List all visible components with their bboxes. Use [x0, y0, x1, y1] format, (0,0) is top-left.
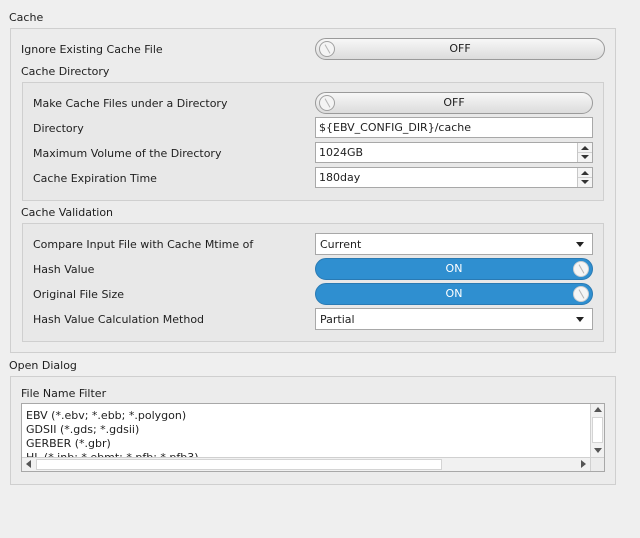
- horizontal-scroll-thumb[interactable]: [36, 459, 442, 470]
- expiration-spinbox[interactable]: 180day: [315, 167, 593, 188]
- expiration-spin-buttons[interactable]: [577, 168, 592, 187]
- max-volume-label: Maximum Volume of the Directory: [33, 147, 222, 160]
- expiration-label: Cache Expiration Time: [33, 172, 157, 185]
- open-dialog-title: Open Dialog: [9, 359, 77, 372]
- hash-method-value: Partial: [320, 313, 355, 326]
- compare-mtime-select[interactable]: Current: [315, 233, 593, 255]
- original-size-state: ON: [445, 287, 463, 300]
- make-under-dir-toggle[interactable]: OFF: [315, 92, 593, 114]
- compare-mtime-value: Current: [320, 238, 362, 251]
- scroll-right-icon[interactable]: [581, 460, 586, 468]
- directory-label: Directory: [33, 122, 84, 135]
- make-under-dir-state: OFF: [443, 96, 465, 109]
- vertical-scrollbar[interactable]: [590, 404, 604, 457]
- list-item[interactable]: GERBER (*.gbr): [26, 437, 111, 450]
- hash-value-state: ON: [445, 262, 463, 275]
- compare-mtime-label: Compare Input File with Cache Mtime of: [33, 238, 254, 251]
- list-item[interactable]: EBV (*.ebv; *.ebb; *.polygon): [26, 409, 186, 422]
- chevron-down-icon: [576, 242, 584, 247]
- scroll-left-icon[interactable]: [26, 460, 31, 468]
- original-size-label: Original File Size: [33, 288, 125, 301]
- original-size-toggle[interactable]: ON: [315, 283, 593, 305]
- ignore-cache-state: OFF: [449, 42, 471, 55]
- hash-method-select[interactable]: Partial: [315, 308, 593, 330]
- spin-up-icon[interactable]: [581, 146, 589, 150]
- directory-field[interactable]: ${EBV_CONFIG_DIR}/cache: [315, 117, 593, 138]
- hash-value-label: Hash Value: [33, 263, 95, 276]
- list-item[interactable]: GDSII (*.gds; *.gdsii): [26, 423, 139, 436]
- cache-validation-title: Cache Validation: [21, 206, 114, 219]
- cache-directory-title: Cache Directory: [21, 65, 110, 78]
- ignore-cache-label: Ignore Existing Cache File: [21, 43, 163, 56]
- file-filter-label: File Name Filter: [21, 387, 107, 400]
- max-volume-spin-buttons[interactable]: [577, 143, 592, 162]
- spin-up-icon[interactable]: [581, 171, 589, 175]
- scrollbar-corner: [590, 457, 604, 471]
- make-under-dir-label: Make Cache Files under a Directory: [33, 97, 228, 110]
- spin-down-icon[interactable]: [581, 180, 589, 184]
- cache-section-title: Cache: [9, 11, 44, 24]
- spin-divider: [578, 177, 592, 178]
- spin-divider: [578, 152, 592, 153]
- hash-method-label: Hash Value Calculation Method: [33, 313, 205, 326]
- spin-down-icon[interactable]: [581, 155, 589, 159]
- horizontal-scrollbar[interactable]: [22, 457, 590, 471]
- max-volume-spinbox[interactable]: 1024GB: [315, 142, 593, 163]
- expiration-value: 180day: [319, 171, 361, 184]
- max-volume-value: 1024GB: [319, 146, 364, 159]
- chevron-down-icon: [576, 317, 584, 322]
- vertical-scroll-thumb[interactable]: [592, 417, 603, 443]
- scroll-up-icon[interactable]: [594, 407, 602, 412]
- hash-value-toggle[interactable]: ON: [315, 258, 593, 280]
- file-filter-list[interactable]: EBV (*.ebv; *.ebb; *.polygon) GDSII (*.g…: [21, 403, 605, 472]
- scroll-down-icon[interactable]: [594, 448, 602, 453]
- ignore-cache-toggle[interactable]: OFF: [315, 38, 605, 60]
